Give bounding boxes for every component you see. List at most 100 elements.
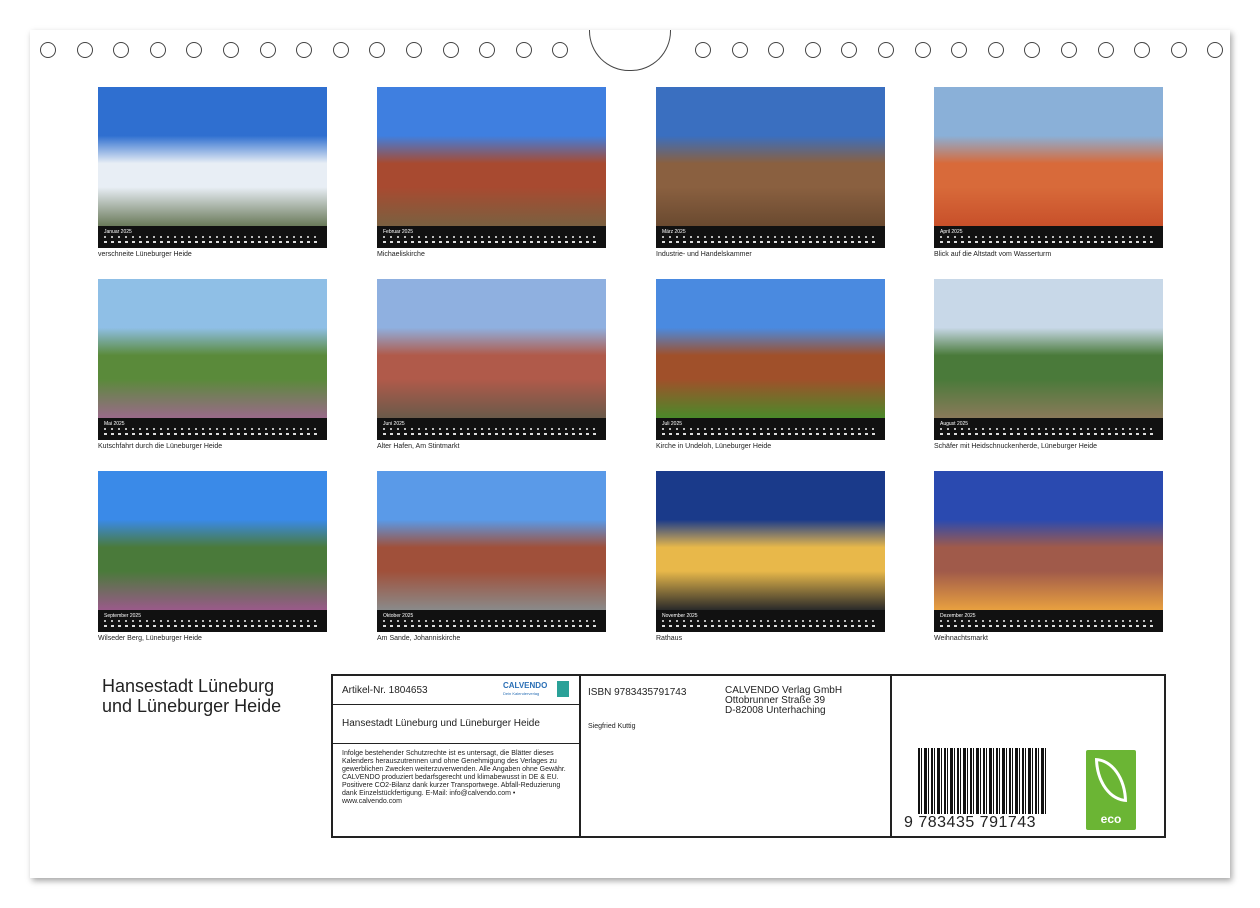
month-calendar-strip: März 2025 [656, 226, 885, 248]
month-name: April 2025 [940, 229, 963, 235]
binding-ring [442, 42, 459, 58]
binding-ring [914, 42, 931, 58]
month-tile: April 2025 Blick auf die Altstadt vom Was… [934, 87, 1163, 258]
day-grid [104, 620, 321, 628]
month-calendar-strip: Dezember 2025 [934, 610, 1163, 632]
month-name: Februar 2025 [383, 229, 414, 235]
binding-ring [1134, 42, 1151, 58]
binding-ring [369, 42, 386, 58]
binding-ring [878, 42, 894, 58]
month-photo [656, 471, 885, 610]
month-caption: Kutschfahrt durch die Lüneburger Heide [98, 443, 223, 450]
month-name: Juli 2025 [662, 421, 683, 427]
day-grid [940, 620, 1157, 628]
month-calendar-strip: Oktober 2025 [377, 610, 606, 632]
month-tile: September 2025 Wilseder Berg, Lüneburger … [98, 471, 327, 642]
eco-label: eco [1100, 812, 1122, 826]
month-photo [934, 279, 1163, 418]
binding-ring [804, 42, 821, 58]
article-number: Artikel-Nr. 1804653 [342, 685, 428, 696]
month-caption: Alter Hafen, Am Stintmarkt [377, 443, 460, 450]
info-column-barcode: 9 783435 791743 eco [890, 676, 1164, 836]
eco-badge: eco [1086, 750, 1136, 830]
month-photo [377, 279, 606, 418]
month-photo [377, 471, 606, 610]
binding-ring [515, 42, 532, 58]
month-caption: Kirche in Undeloh, Lüneburger Heide [656, 443, 772, 450]
month-tile: November 2025 Rathaus [656, 471, 885, 642]
month-tile: Februar 2025 Michaeliskirche [377, 87, 606, 258]
binding-ring [406, 42, 422, 58]
month-name: August 2025 [940, 421, 969, 427]
month-name: September 2025 [104, 613, 141, 619]
month-name: Oktober 2025 [383, 613, 414, 619]
binding-ring [149, 42, 166, 58]
binding-ring [40, 42, 56, 58]
day-grid [662, 620, 879, 628]
author: Siegfried Kuttig [588, 723, 636, 730]
month-tile: Oktober 2025 Am Sande, Johanniskirche [377, 471, 606, 642]
month-tile: Januar 2025 verschneite Lüneburger Heide [98, 87, 327, 258]
month-photo [934, 87, 1163, 226]
month-tile: März 2025 Industrie- und Handelskammer [656, 87, 885, 258]
calvendo-logo: CALVENDO Dein Kalenderverlag [503, 681, 569, 699]
month-photo [98, 471, 327, 610]
month-name: Juni 2025 [383, 421, 405, 427]
day-grid [940, 428, 1157, 436]
product-title: Hansestadt Lüneburg und Lüneburger Heide [342, 718, 540, 729]
binding-ring [695, 42, 711, 58]
binding-ring [1207, 42, 1224, 58]
calendar-title: Hansestadt Lüneburg und Lüneburger Heide [102, 676, 281, 716]
month-name: November 2025 [662, 613, 698, 619]
binding-ring [113, 42, 130, 58]
month-photo [98, 279, 327, 418]
binding-ring [1097, 42, 1114, 58]
logo-mark-icon [557, 681, 569, 697]
binding-ring [259, 42, 276, 58]
month-caption: Rathaus [656, 635, 683, 642]
month-tile: August 2025 Schäfer mit Heidschnuckenherd… [934, 279, 1163, 450]
month-calendar-strip: Mai 2025 [98, 418, 327, 440]
month-caption: Industrie- und Handelskammer [656, 251, 752, 258]
month-tile: Juli 2025 Kirche in Undeloh, Lüneburger H… [656, 279, 885, 450]
day-grid [104, 428, 321, 436]
product-title-row: Hansestadt Lüneburg und Lüneburger Heide [333, 705, 579, 744]
binding-ring [479, 42, 496, 58]
month-caption: verschneite Lüneburger Heide [98, 251, 192, 258]
title-line-1: Hansestadt Lüneburg [102, 676, 275, 696]
binding-ring [841, 42, 858, 58]
month-name: Januar 2025 [104, 229, 132, 235]
binding-ring [223, 42, 239, 58]
binding-ring [296, 42, 313, 58]
legal-text: Infolge bestehender Schutzrechte ist es … [342, 750, 566, 805]
binding-ring [186, 42, 203, 58]
month-photo [656, 279, 885, 418]
info-column-article: Artikel-Nr. 1804653 CALVENDO Dein Kalend… [333, 676, 581, 836]
month-calendar-strip: Juli 2025 [656, 418, 885, 440]
day-grid [383, 428, 600, 436]
barcode [918, 748, 1048, 814]
month-caption: Weihnachtsmarkt [934, 635, 988, 642]
month-caption: Am Sande, Johanniskirche [377, 635, 461, 642]
publisher-line-3: D-82008 Unterhaching [725, 705, 826, 716]
month-photo [377, 87, 606, 226]
binding-ring [1170, 42, 1187, 58]
month-caption: Blick auf die Altstadt vom Wasserturm [934, 251, 1052, 258]
month-name: März 2025 [662, 229, 686, 235]
info-column-isbn: ISBN 9783435791743 Siegfried Kuttig CALV… [579, 676, 892, 836]
month-tile: Juni 2025 Alter Hafen, Am Stintmarkt [377, 279, 606, 450]
month-calendar-strip: Februar 2025 [377, 226, 606, 248]
month-name: Dezember 2025 [940, 613, 976, 619]
month-calendar-strip: April 2025 [934, 226, 1163, 248]
day-grid [940, 236, 1157, 244]
month-calendar-strip: September 2025 [98, 610, 327, 632]
barcode-number: 9 783435 791743 [904, 814, 1037, 831]
day-grid [662, 236, 879, 244]
info-box: Artikel-Nr. 1804653 CALVENDO Dein Kalend… [331, 674, 1166, 838]
day-grid [383, 236, 600, 244]
month-photo [934, 471, 1163, 610]
article-row: Artikel-Nr. 1804653 CALVENDO Dein Kalend… [333, 676, 579, 705]
binding-ring [332, 42, 349, 58]
publisher-address: CALVENDO Verlag GmbH Ottobrunner Straße … [725, 686, 842, 716]
binding-ring [552, 42, 569, 58]
